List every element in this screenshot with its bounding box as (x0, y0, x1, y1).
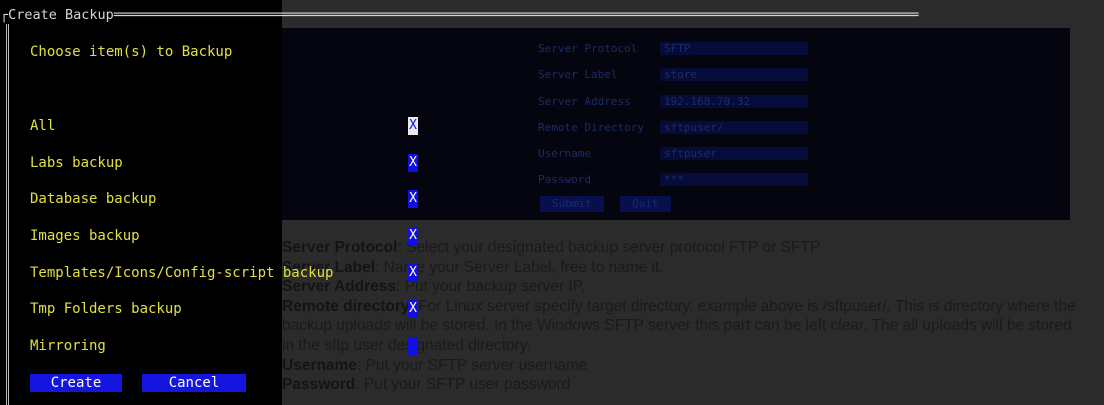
cancel-button[interactable]: Cancel (142, 374, 246, 392)
doc-term: Password (282, 376, 356, 394)
bg-row-label: Server Label (538, 68, 618, 81)
doc-desc: : Put your SFTP server username (356, 356, 588, 374)
doc-desc: : Select your designated backup server p… (397, 239, 821, 256)
item-label-templates[interactable]: Templates/Icons/Config-script backup (30, 264, 333, 282)
doc-desc: : Name your Server Label, free to name i… (375, 258, 664, 276)
doc-term: Remote directory (282, 297, 410, 315)
bg-row-value: *** (660, 173, 808, 186)
bg-row-password: Password *** (538, 173, 808, 186)
bg-row-value: 192.168.70.32 (660, 95, 808, 108)
checkbox-mirroring[interactable] (408, 337, 418, 355)
doc-line-username: Username: Put your SFTP server username (282, 356, 1082, 376)
bg-row-directory: Remote Directory sftpuser/ (538, 121, 808, 134)
bg-row-label: Server Protocol (538, 42, 638, 55)
bg-submit-button: Submit (540, 196, 604, 212)
bg-row-label: Server Address (538, 95, 631, 108)
checkbox-all[interactable]: X (408, 117, 418, 135)
bg-row-label-field: Server Label store (538, 68, 808, 81)
bg-row-username: Username sftpuser (538, 147, 808, 160)
item-label-database[interactable]: Database backup (30, 190, 156, 208)
doc-desc: : Put your SFTP user password (355, 376, 571, 394)
item-label-mirroring[interactable]: Mirroring (30, 337, 106, 355)
item-label-images[interactable]: Images backup (30, 227, 140, 245)
bg-row-protocol: Server Protocol SFTP (538, 42, 808, 55)
bg-row-label: Username (538, 147, 591, 160)
doc-term: Username (282, 356, 357, 374)
checkbox-labs[interactable]: X (408, 154, 418, 172)
bg-row-value: sftpuser (660, 147, 808, 160)
dialog-title-bar: ┌Create Backup══════════════════════════… (0, 7, 919, 23)
bg-quit-button: Quit (620, 196, 671, 212)
bg-row-value: sftpuser/ (660, 121, 808, 134)
item-label-all[interactable]: All (30, 117, 55, 135)
checkbox-tmp[interactable]: X (408, 300, 418, 318)
bg-row-value: SFTP (660, 42, 808, 55)
bg-row-label: Remote Directory (538, 121, 644, 134)
bg-row-label: Password (538, 173, 591, 186)
bg-row-value: store (660, 68, 808, 81)
doc-line-password: Password: Put your SFTP user password (282, 375, 1082, 395)
doc-line-directory: Remote directory: For Linux server speci… (282, 297, 1082, 356)
item-label-tmp[interactable]: Tmp Folders backup (30, 300, 182, 318)
doc-desc: : Put your backup server IP, (396, 278, 586, 296)
dialog-left-border (6, 24, 13, 405)
doc-line-protocol: Server Protocol: Select your designated … (282, 238, 1082, 258)
doc-line-address: Server Address: Put your backup server I… (282, 277, 1082, 297)
bg-row-address: Server Address 192.168.70.32 (538, 95, 808, 108)
checkbox-database[interactable]: X (408, 190, 418, 208)
doc-term: Server Protocol (282, 239, 398, 256)
create-button[interactable]: Create (30, 374, 122, 392)
dialog-heading: Choose item(s) to Backup (30, 44, 233, 60)
documentation-text: Server Protocol: Select your designated … (282, 238, 1082, 395)
item-label-labs[interactable]: Labs backup (30, 154, 123, 172)
checkbox-images[interactable]: X (408, 227, 418, 245)
checkbox-templates[interactable]: X (408, 264, 418, 282)
doc-line-label: Server Label: Name your Server Label, fr… (282, 258, 1082, 278)
